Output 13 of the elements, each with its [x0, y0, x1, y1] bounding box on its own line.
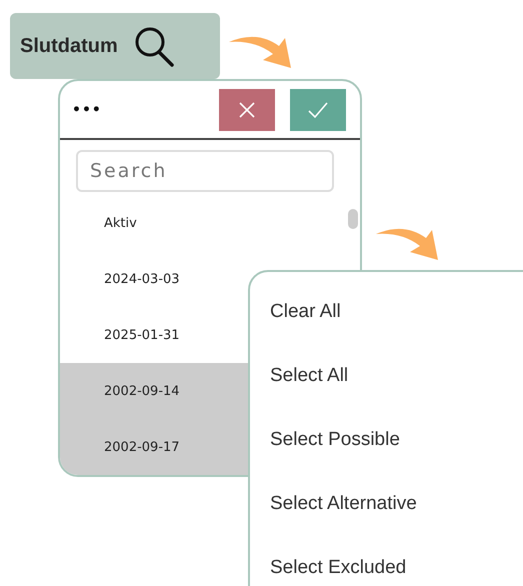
scrollbar-thumb[interactable] — [348, 209, 358, 229]
close-icon — [238, 100, 256, 118]
list-item[interactable]: Aktiv — [60, 195, 360, 251]
field-chip[interactable]: Slutdatum — [10, 13, 220, 79]
confirm-button[interactable] — [290, 88, 346, 130]
field-label: Slutdatum — [20, 34, 118, 58]
menu-item[interactable]: Clear All — [250, 280, 523, 344]
search-field[interactable]: Search — [76, 150, 334, 192]
cancel-button[interactable] — [219, 88, 275, 130]
menu-item[interactable]: Select Excluded — [250, 536, 523, 586]
check-icon — [307, 100, 329, 118]
menu-item[interactable]: Select Alternative — [250, 472, 523, 536]
more-menu-icon[interactable]: ••• — [72, 102, 204, 118]
